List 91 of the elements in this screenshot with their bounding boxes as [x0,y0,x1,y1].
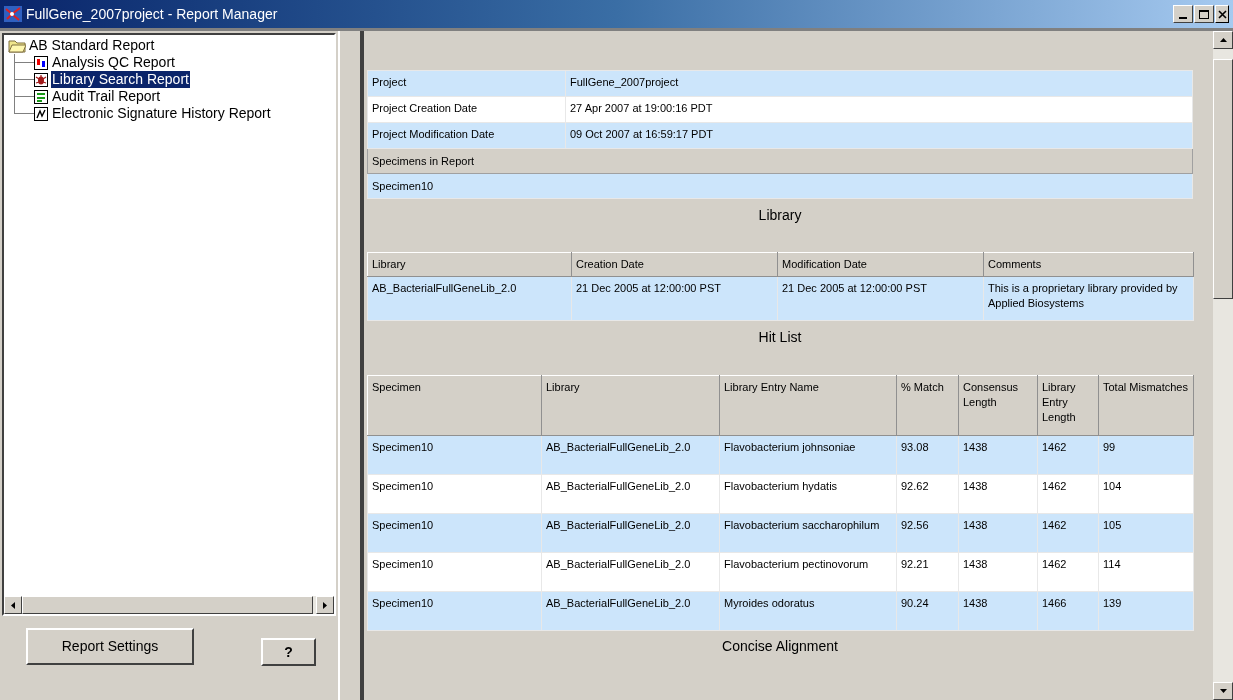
scroll-left-button[interactable] [4,596,22,614]
column-header[interactable]: Comments [983,252,1194,277]
table-cell: 92.21 [896,552,959,592]
table-cell: 1438 [958,435,1038,475]
table-cell: Specimen10 [367,173,1193,199]
table-cell: FullGene_2007project [565,70,1193,97]
table-cell: Myroides odoratus [719,591,897,631]
scroll-thumb[interactable] [1213,59,1233,299]
report-icon [34,55,48,70]
tree-item[interactable]: Electronic Signature History Report [51,105,272,122]
table-cell: 1438 [958,474,1038,514]
table-cell: 92.56 [896,513,959,553]
table-cell: 21 Dec 2005 at 12:00:00 PST [777,276,984,321]
scroll-down-button[interactable] [1213,682,1233,700]
table-cell: Specimen10 [367,513,542,553]
table-cell: 1462 [1037,435,1099,475]
table-cell: 1466 [1037,591,1099,631]
bug-icon [34,72,48,87]
help-button[interactable]: ? [261,638,316,666]
table-cell: 90.24 [896,591,959,631]
column-header[interactable]: Specimen [367,375,542,436]
tree-item[interactable]: Analysis QC Report [51,54,176,71]
audit-icon [34,89,48,104]
maximize-button[interactable] [1194,5,1214,23]
tree-item[interactable]: AB Standard Report [29,37,155,54]
splitter[interactable] [338,31,362,700]
column-header[interactable]: Creation Date [571,252,778,277]
table-cell: AB_BacterialFullGeneLib_2.0 [541,513,720,553]
table-cell: AB_BacterialFullGeneLib_2.0 [541,435,720,475]
column-header[interactable]: Total Mismatches [1098,375,1194,436]
tree-item[interactable]: Library Search Report [51,71,190,88]
table-cell: 1438 [958,552,1038,592]
table-cell: 1462 [1037,474,1099,514]
table-cell: 27 Apr 2007 at 19:00:16 PDT [565,96,1193,123]
tree-item[interactable]: Audit Trail Report [51,88,162,105]
table-cell: 93.08 [896,435,959,475]
table-cell: This is a proprietary library provided by Applied Biosystems [983,276,1194,321]
section-title: Library [758,207,802,223]
table-cell: Specimen10 [367,552,542,592]
table-cell: Specimen10 [367,591,542,631]
column-header[interactable]: Library Entry Name [719,375,897,436]
column-header[interactable]: Library [367,252,572,277]
table-cell: AB_BacterialFullGeneLib_2.0 [541,591,720,631]
table-cell: AB_BacterialFullGeneLib_2.0 [367,276,572,321]
down-arrow-icon [1219,689,1227,693]
table-cell: Project Creation Date [367,96,566,123]
table-cell: AB_BacterialFullGeneLib_2.0 [541,552,720,592]
maximize-icon [1199,9,1209,19]
table-cell: 92.62 [896,474,959,514]
minimize-button[interactable] [1173,5,1193,23]
minimize-icon [1179,17,1187,19]
table-cell: Project Modification Date [367,122,566,149]
table-cell: Specimen10 [367,435,542,475]
table-cell: 09 Oct 2007 at 16:59:17 PDT [565,122,1193,149]
table-cell: Flavobacterium saccharophilum [719,513,897,553]
table-cell: Flavobacterium johnsoniae [719,435,897,475]
section-title: Hit List [758,329,802,345]
table-cell: Specimen10 [367,474,542,514]
table-cell: 99 [1098,435,1194,475]
table-cell: 21 Dec 2005 at 12:00:00 PST [571,276,778,321]
column-header[interactable]: % Match [896,375,959,436]
app-icon [4,6,22,22]
table-cell: 114 [1098,552,1194,592]
vertical-scrollbar[interactable] [1213,31,1233,700]
section-title: Concise Alignment [722,638,838,654]
table-cell: 1438 [958,513,1038,553]
table-cell: Project [367,70,566,97]
table-cell: 104 [1098,474,1194,514]
column-header[interactable]: Consensus Length [958,375,1038,436]
scroll-up-button[interactable] [1213,31,1233,49]
table-cell: Flavobacterium hydatis [719,474,897,514]
table-header: Specimens in Report [367,148,1193,174]
table-cell: 1462 [1037,513,1099,553]
window-title: FullGene_2007project - Report Manager [26,4,278,24]
scroll-right-button[interactable] [316,596,334,614]
close-icon [1217,9,1227,19]
table-cell: 105 [1098,513,1194,553]
up-arrow-icon [1219,38,1227,42]
left-arrow-icon [11,601,15,609]
table-cell: 139 [1098,591,1194,631]
table-cell: Flavobacterium pectinovorum [719,552,897,592]
column-header[interactable]: Library [541,375,720,436]
column-header[interactable]: Library Entry Length [1037,375,1099,436]
table-cell: 1438 [958,591,1038,631]
report-settings-button[interactable]: Report Settings [26,628,194,665]
close-button[interactable] [1215,5,1229,23]
right-arrow-icon [323,601,327,609]
column-header[interactable]: Modification Date [777,252,984,277]
table-cell: AB_BacterialFullGeneLib_2.0 [541,474,720,514]
signature-icon [34,106,48,121]
table-cell: 1462 [1037,552,1099,592]
